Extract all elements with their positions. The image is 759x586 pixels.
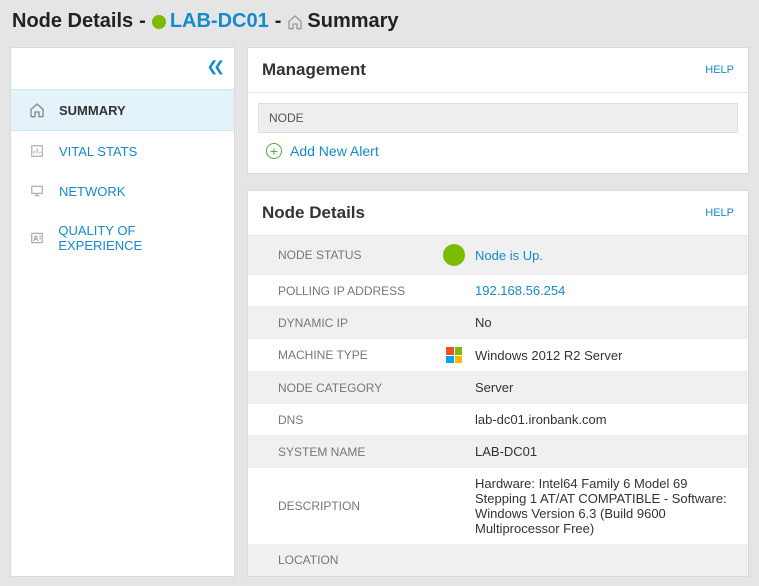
row-polling-ip: POLLING IP ADDRESS 192.168.56.254	[248, 275, 748, 307]
management-subhead: NODE	[258, 103, 738, 133]
panel-title: Management	[262, 60, 366, 80]
plus-circle-icon: +	[266, 143, 282, 159]
page-header: Node Details - LAB-DC01 - Summary	[0, 0, 759, 47]
home-icon	[29, 102, 45, 118]
user-badge-icon	[29, 230, 44, 246]
breadcrumb-node-link[interactable]: LAB-DC01	[170, 10, 269, 33]
chevron-left-double-icon: ❮❮	[207, 58, 220, 75]
add-alert-label: Add New Alert	[290, 143, 379, 159]
main-content: Management HELP NODE + Add New Alert Nod…	[247, 47, 749, 577]
detail-label: LOCATION	[248, 553, 433, 567]
row-dynamic-ip: DYNAMIC IP No	[248, 307, 748, 339]
detail-label: SYSTEM NAME	[248, 445, 433, 459]
sidebar: ❮❮ SUMMARY VITAL STATS NETWORK QUALITY O…	[10, 47, 235, 577]
windows-icon	[446, 347, 462, 363]
breadcrumb: Node Details - LAB-DC01 - Summary	[12, 10, 747, 33]
detail-value: Server	[475, 380, 748, 395]
detail-value: lab-dc01.ironbank.com	[475, 412, 748, 427]
sidebar-item-label: SUMMARY	[59, 103, 126, 118]
sidebar-item-summary[interactable]: SUMMARY	[11, 89, 234, 131]
row-dns: DNS lab-dc01.ironbank.com	[248, 404, 748, 436]
detail-label: NODE STATUS	[248, 248, 433, 262]
sidebar-item-label: NETWORK	[59, 184, 125, 199]
sidebar-item-vital-stats[interactable]: VITAL STATS	[11, 131, 234, 171]
detail-label: MACHINE TYPE	[248, 348, 433, 362]
detail-label: DYNAMIC IP	[248, 316, 433, 330]
help-link[interactable]: HELP	[705, 64, 734, 76]
separator: -	[139, 10, 146, 33]
detail-label: DNS	[248, 413, 433, 427]
detail-label: DESCRIPTION	[248, 499, 433, 513]
detail-value: Windows 2012 R2 Server	[475, 348, 748, 363]
status-up-icon	[443, 244, 465, 266]
detail-label: NODE CATEGORY	[248, 381, 433, 395]
separator: -	[275, 10, 282, 33]
row-node-category: NODE CATEGORY Server	[248, 372, 748, 404]
sidebar-collapse-button[interactable]: ❮❮	[11, 48, 234, 89]
detail-value: LAB-DC01	[475, 444, 748, 459]
help-link[interactable]: HELP	[705, 207, 734, 219]
breadcrumb-page: Summary	[307, 10, 398, 33]
sidebar-item-qoe[interactable]: QUALITY OF EXPERIENCE	[11, 211, 234, 265]
sidebar-item-network[interactable]: NETWORK	[11, 171, 234, 211]
add-new-alert-link[interactable]: + Add New Alert	[258, 133, 738, 163]
sidebar-item-label: VITAL STATS	[59, 144, 137, 159]
row-system-name: SYSTEM NAME LAB-DC01	[248, 436, 748, 468]
panel-node-details: Node Details HELP NODE STATUS Node is Up…	[247, 190, 749, 577]
detail-value-status[interactable]: Node is Up.	[475, 248, 748, 263]
panel-title: Node Details	[262, 203, 365, 223]
sidebar-item-label: QUALITY OF EXPERIENCE	[58, 223, 216, 253]
row-description: DESCRIPTION Hardware: Intel64 Family 6 M…	[248, 468, 748, 545]
breadcrumb-prefix: Node Details	[12, 10, 133, 33]
detail-value: No	[475, 315, 748, 330]
panel-management: Management HELP NODE + Add New Alert	[247, 47, 749, 174]
monitor-icon	[29, 183, 45, 199]
row-location: LOCATION	[248, 545, 748, 576]
row-machine-type: MACHINE TYPE Windows 2012 R2 Server	[248, 339, 748, 372]
home-icon	[287, 14, 303, 30]
detail-label: POLLING IP ADDRESS	[248, 284, 433, 298]
detail-value-ip[interactable]: 192.168.56.254	[475, 283, 748, 298]
chart-icon	[29, 143, 45, 159]
status-dot-icon	[152, 15, 166, 29]
detail-value: Hardware: Intel64 Family 6 Model 69 Step…	[475, 476, 748, 536]
row-node-status: NODE STATUS Node is Up.	[248, 236, 748, 275]
